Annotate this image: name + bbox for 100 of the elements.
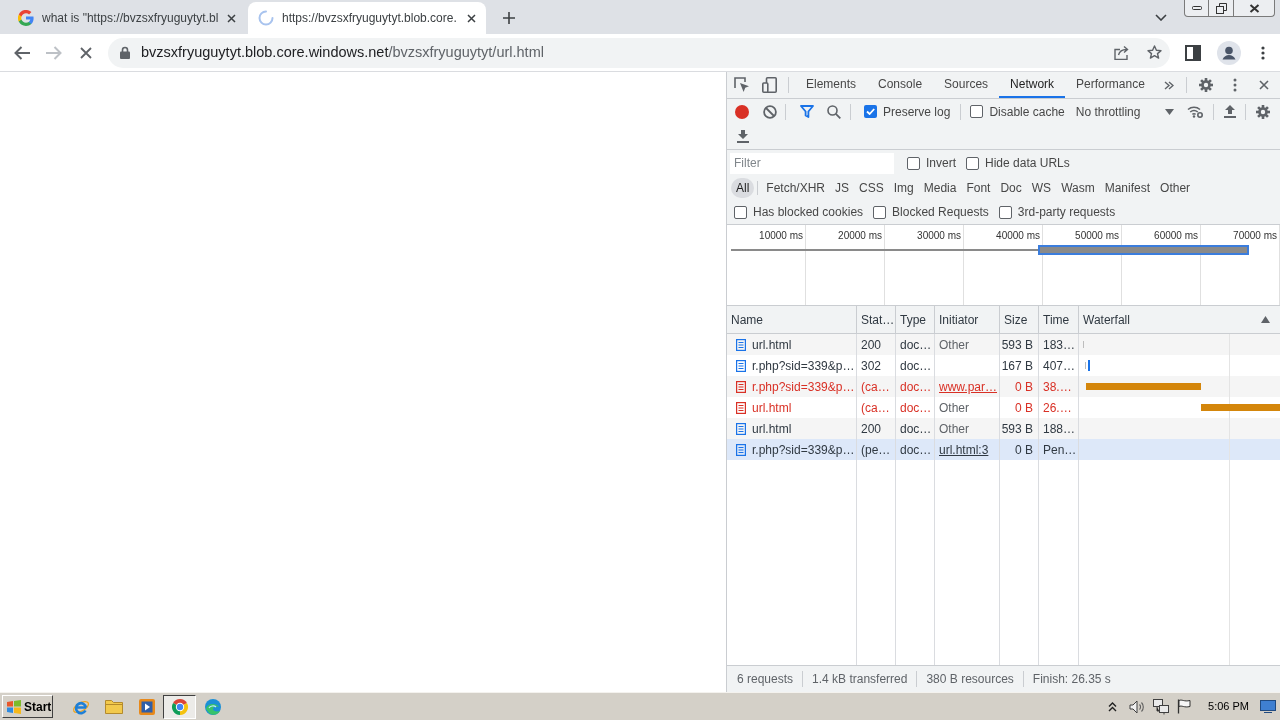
checkbox-label: Blocked Requests bbox=[892, 204, 989, 221]
devtools-tab[interactable]: Elements bbox=[795, 72, 868, 98]
resource-type-button[interactable]: Other bbox=[1155, 178, 1196, 198]
browser-tab[interactable]: what is "https://bvzsxfryuguytyt.bl bbox=[8, 2, 246, 34]
flag-icon[interactable] bbox=[1177, 699, 1192, 714]
settings-icon[interactable] bbox=[1199, 78, 1213, 92]
column-header[interactable]: Initiator bbox=[939, 310, 979, 329]
speaker-icon[interactable] bbox=[1129, 699, 1146, 714]
checkbox-label: Disable cache bbox=[989, 103, 1065, 121]
clock[interactable]: 5:06 PM bbox=[1208, 698, 1249, 715]
search-icon[interactable] bbox=[827, 104, 841, 119]
side-panel-icon[interactable] bbox=[1185, 44, 1201, 61]
devtools-tab[interactable]: Performance bbox=[1065, 72, 1156, 98]
menu-icon[interactable] bbox=[1261, 45, 1265, 60]
column-header[interactable]: Waterfall bbox=[1083, 310, 1130, 329]
checkbox[interactable] bbox=[873, 205, 887, 219]
table-cell-text: 200 bbox=[861, 420, 882, 438]
devtools-tab[interactable]: Console bbox=[867, 72, 934, 98]
restore-button[interactable] bbox=[1209, 0, 1234, 17]
tick-label: 10000 ms bbox=[759, 230, 803, 242]
column-header[interactable]: Type bbox=[900, 310, 926, 329]
resource-type-button[interactable]: Img bbox=[888, 178, 919, 198]
resource-type-button[interactable]: WS bbox=[1026, 178, 1057, 198]
filter-icon[interactable] bbox=[800, 105, 814, 118]
minimize-button[interactable] bbox=[1184, 0, 1209, 17]
resource-type-button[interactable]: Manifest bbox=[1099, 178, 1156, 198]
start-button[interactable]: Start bbox=[2, 695, 53, 718]
address-bar[interactable]: bvzsxfryuguytyt.blob.core.windows.net/bvzsxfryuguytyt/url.html bbox=[108, 37, 1170, 68]
table-row[interactable]: url.html 200 doc… Other 593 B 183… bbox=[727, 334, 1280, 355]
star-icon[interactable] bbox=[1147, 45, 1162, 60]
column-header[interactable]: Time bbox=[1043, 310, 1070, 329]
show-desktop-icon[interactable] bbox=[1260, 700, 1276, 713]
close-icon[interactable] bbox=[467, 13, 476, 23]
settings-icon[interactable] bbox=[1256, 104, 1270, 119]
wifi-gear-icon[interactable] bbox=[1186, 105, 1203, 118]
chevron-up-icon[interactable] bbox=[1108, 701, 1118, 712]
upload-icon[interactable] bbox=[1223, 105, 1236, 118]
checkbox[interactable] bbox=[907, 156, 920, 170]
chevron-down-icon[interactable] bbox=[1155, 13, 1167, 21]
table-cell-text: doc… bbox=[900, 441, 932, 459]
resource-type-button[interactable]: All bbox=[731, 178, 755, 198]
tab-title: https://bvzsxfryuguytyt.blob.core. bbox=[282, 10, 457, 27]
table-cell-text: (ca… bbox=[861, 378, 890, 396]
table-cell-text: doc… bbox=[900, 336, 932, 354]
record-icon[interactable] bbox=[735, 104, 749, 119]
more-icon[interactable] bbox=[1233, 78, 1237, 92]
column-header[interactable]: Name bbox=[731, 310, 763, 329]
plus-icon[interactable] bbox=[503, 12, 515, 24]
throttling-select[interactable]: No throttling bbox=[1075, 101, 1174, 122]
sort-arrow-icon[interactable] bbox=[1261, 316, 1270, 323]
filter-field[interactable]: Filter bbox=[730, 152, 894, 174]
phone-tablet-icon[interactable] bbox=[762, 77, 777, 93]
browser-tab[interactable]: https://bvzsxfryuguytyt.blob.core. bbox=[248, 2, 486, 34]
column-header[interactable]: Size bbox=[1004, 310, 1028, 329]
checkbox[interactable] bbox=[998, 205, 1012, 219]
checkbox[interactable] bbox=[864, 105, 877, 118]
resource-type-button[interactable]: Fetch/XHR bbox=[761, 178, 831, 198]
taskbar-button[interactable] bbox=[163, 694, 196, 719]
checkbox[interactable] bbox=[966, 156, 979, 170]
table-row[interactable]: r.php?sid=339&p… (pe… doc… url.html:3 0 B Pen… bbox=[727, 439, 1280, 460]
table-cell-text: Other bbox=[939, 420, 969, 438]
clear-icon[interactable] bbox=[763, 104, 777, 119]
devtools-tab[interactable]: Sources bbox=[933, 72, 1000, 98]
table-row[interactable]: url.html 200 doc… Other 593 B 188… bbox=[727, 418, 1280, 439]
checkbox[interactable] bbox=[970, 105, 984, 118]
initiator-link[interactable]: www.par… bbox=[939, 377, 997, 396]
close-button[interactable] bbox=[1234, 0, 1275, 17]
close-icon[interactable] bbox=[227, 13, 236, 23]
resource-type-button[interactable]: Doc bbox=[995, 178, 1027, 198]
back-icon[interactable] bbox=[14, 45, 30, 60]
double-chevron-icon[interactable] bbox=[1163, 80, 1174, 90]
avatar-icon[interactable] bbox=[1217, 40, 1241, 65]
table-cell-text: 0 B bbox=[1015, 399, 1033, 417]
resource-type-button[interactable]: JS bbox=[830, 178, 855, 198]
resource-type-button[interactable]: Font bbox=[961, 178, 996, 198]
table-cell-text: 200 bbox=[861, 336, 882, 354]
table-row[interactable]: r.php?sid=339&p… (ca… doc… www.par… 0 B 38.… bbox=[727, 376, 1280, 397]
inspect-icon[interactable] bbox=[734, 77, 750, 93]
url-text: bvzsxfryuguytyt.blob.core.windows.net/bvzsxfryuguytyt/url.html bbox=[141, 42, 544, 62]
share-icon[interactable] bbox=[1114, 45, 1130, 60]
document-icon bbox=[736, 338, 746, 351]
wave-logo-icon bbox=[203, 697, 222, 716]
resource-type-button[interactable]: Wasm bbox=[1056, 178, 1100, 198]
initiator-link[interactable]: url.html:3 bbox=[939, 440, 989, 459]
document-icon bbox=[736, 443, 746, 456]
table-cell-text: 38.… bbox=[1043, 378, 1072, 396]
table-cell-text: doc… bbox=[900, 357, 932, 375]
checkbox[interactable] bbox=[734, 205, 747, 219]
table-cell-text: url.html bbox=[752, 420, 792, 438]
network-icon[interactable] bbox=[1153, 698, 1170, 715]
download-icon[interactable] bbox=[737, 130, 749, 143]
table-cell-text: 183… bbox=[1043, 336, 1076, 354]
resource-type-button[interactable]: Media bbox=[918, 178, 962, 198]
resource-type-button[interactable]: CSS bbox=[854, 178, 889, 198]
lock-icon[interactable] bbox=[120, 46, 130, 59]
column-header[interactable]: Stat… bbox=[861, 310, 895, 329]
ring-logo-icon bbox=[170, 697, 189, 716]
close-icon[interactable] bbox=[1259, 80, 1269, 90]
table-cell-text: doc… bbox=[900, 420, 932, 438]
stop-icon[interactable] bbox=[80, 46, 92, 59]
